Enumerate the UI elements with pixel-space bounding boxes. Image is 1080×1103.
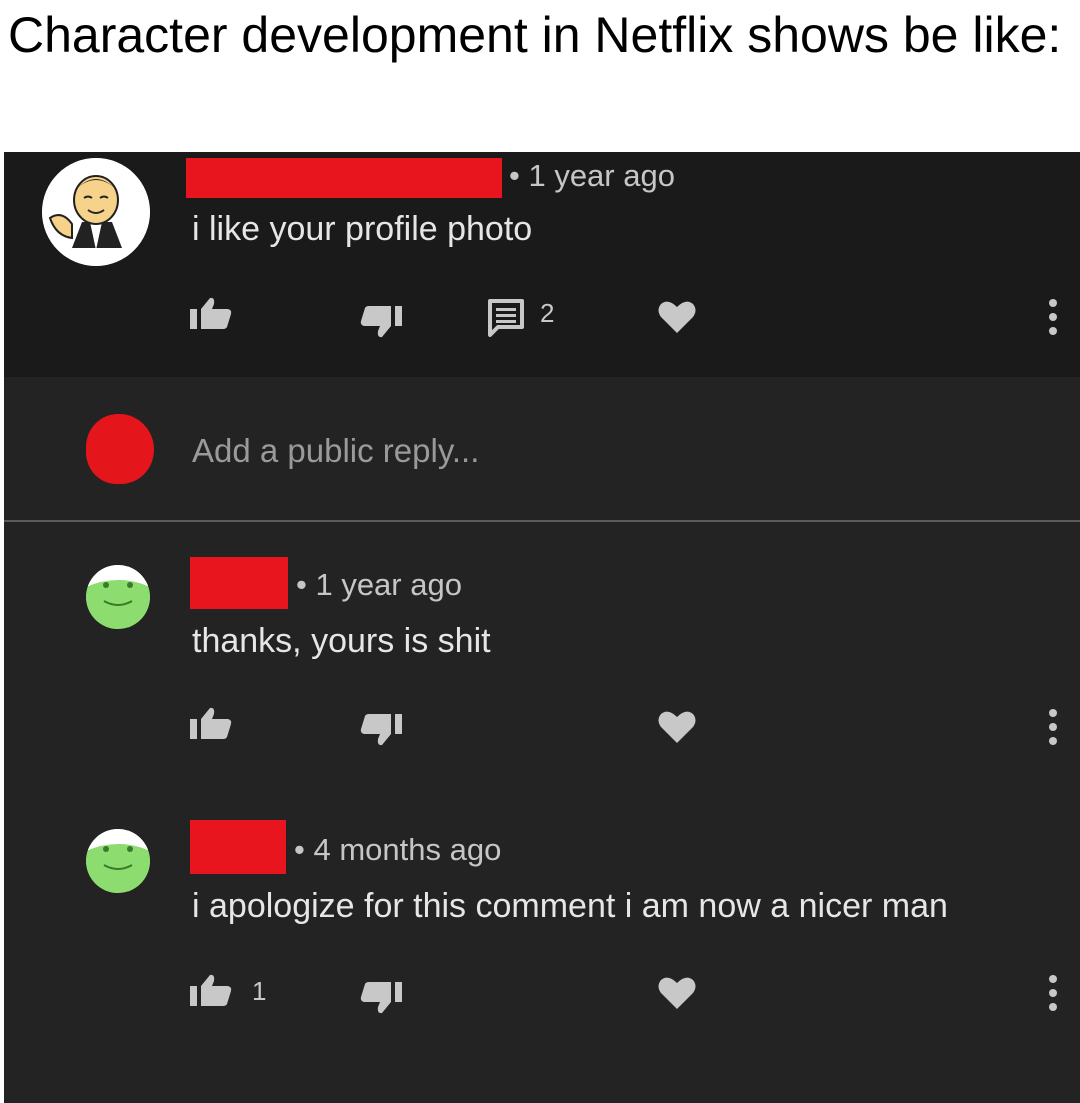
more-icon[interactable] <box>1048 298 1058 336</box>
meme-caption: Character development in Netflix shows b… <box>8 7 1062 63</box>
heart-icon[interactable] <box>658 976 696 1010</box>
thumbs-down-icon[interactable] <box>360 712 402 746</box>
thumbs-up-icon[interactable] <box>190 297 232 331</box>
replier-avatar[interactable] <box>86 829 150 893</box>
reply-text: i apologize for this comment i am now a … <box>192 887 948 925</box>
thumbs-up-icon[interactable] <box>190 707 232 741</box>
like-count: 1 <box>252 976 267 1006</box>
heart-icon[interactable] <box>658 300 696 334</box>
thumbs-down-icon[interactable] <box>360 980 402 1014</box>
reply-count: 2 <box>540 298 555 328</box>
reply-composer: Add a public reply... <box>4 377 1080 521</box>
top-comment: • 1 year ago i like your profile photo 2 <box>4 152 1080 377</box>
reply-timestamp: • 1 year ago <box>296 567 462 602</box>
thumbs-up-icon[interactable] <box>190 974 232 1008</box>
more-icon[interactable] <box>1048 974 1058 1012</box>
comment-text: i like your profile photo <box>192 210 533 248</box>
comment-timestamp: • 1 year ago <box>509 158 675 193</box>
redacted-username <box>186 158 502 198</box>
more-icon[interactable] <box>1048 708 1058 746</box>
user-avatar-redacted <box>86 414 154 484</box>
thumbs-down-icon[interactable] <box>360 304 402 338</box>
redacted-username <box>190 820 286 874</box>
reply-icon[interactable] <box>488 299 524 337</box>
redacted-username <box>190 557 288 609</box>
reply-timestamp: • 4 months ago <box>294 832 502 867</box>
reply-input[interactable]: Add a public reply... <box>192 432 479 470</box>
heart-icon[interactable] <box>658 710 696 744</box>
reply-text: thanks, yours is shit <box>192 622 491 660</box>
commenter-avatar[interactable] <box>42 158 150 266</box>
comment-thread: • 1 year ago i like your profile photo 2 <box>4 152 1080 1103</box>
divider <box>4 520 1080 522</box>
replier-avatar[interactable] <box>86 565 150 629</box>
